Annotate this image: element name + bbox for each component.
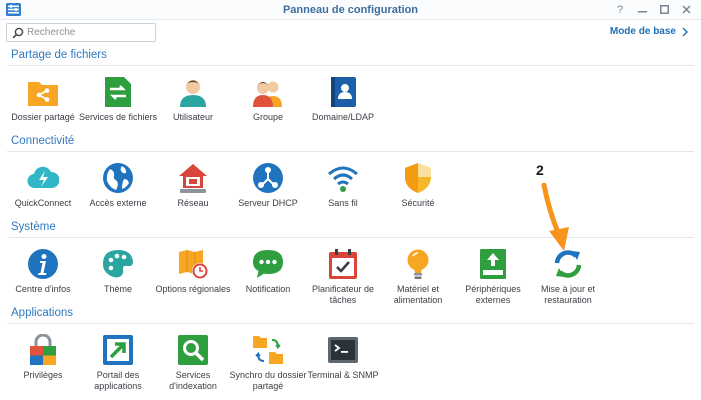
search-icon — [12, 27, 24, 39]
privileges-icon — [30, 334, 56, 365]
tile-security[interactable]: Sécurité — [378, 162, 458, 209]
tile-label: Serveur DHCP — [238, 198, 298, 208]
chevron-right-icon — [682, 27, 688, 36]
shared-folder-icon — [28, 82, 58, 106]
tile-label: Privilèges — [23, 370, 63, 380]
tile-group[interactable]: Groupe — [228, 76, 308, 123]
external-access-icon — [103, 163, 133, 193]
window-title: Panneau de configuration — [282, 4, 419, 16]
shared-folder-sync-icon — [253, 336, 283, 364]
section-divider — [7, 323, 694, 324]
hardware-power-icon — [407, 249, 429, 279]
tile-label: Dossier partagé — [11, 112, 75, 122]
section-title-applications: Applications — [11, 307, 74, 319]
tile-external-devices[interactable]: Périphériques externes — [453, 248, 533, 306]
tile-label: Options régionales — [155, 284, 231, 294]
tile-label: Planificateur de tâches — [311, 284, 375, 305]
tile-label: Mise à jour et restauration — [540, 284, 596, 305]
title-bar: Panneau de configuration ? — [0, 0, 701, 20]
tile-label: QuickConnect — [14, 198, 72, 208]
tile-privileges[interactable]: Privilèges — [3, 334, 83, 381]
domain-ldap-icon — [331, 77, 356, 107]
close-button[interactable] — [678, 2, 694, 18]
tile-task-scheduler[interactable]: Planificateur de tâches — [303, 248, 383, 306]
wireless-icon — [328, 166, 358, 192]
tile-shared-folder-sync[interactable]: Synchro du dossier partagé — [228, 334, 308, 392]
section-title-connectivity: Connectivité — [11, 135, 75, 147]
tile-label: Notification — [245, 284, 291, 294]
tile-file-services[interactable]: Services de fichiers — [78, 76, 158, 123]
user-icon — [180, 80, 206, 107]
file-services-icon — [105, 77, 131, 107]
indexing-service-icon — [178, 335, 208, 365]
tile-label: Sécurité — [401, 198, 435, 208]
application-portal-icon — [103, 335, 133, 365]
task-scheduler-icon — [329, 249, 357, 279]
tile-label: Domaine/LDAP — [311, 112, 375, 122]
section-divider — [7, 151, 694, 152]
basic-mode-button[interactable]: Mode de base — [610, 26, 688, 37]
tile-label: Thème — [103, 284, 132, 294]
section-divider — [7, 65, 694, 66]
tile-label: Terminal & SNMP — [307, 370, 379, 380]
tile-wireless[interactable]: Sans fil — [303, 162, 383, 209]
tile-hardware-power[interactable]: Matériel et alimentation — [378, 248, 458, 306]
minimize-button[interactable] — [634, 2, 650, 18]
tile-application-portal[interactable]: Portail des applications — [78, 334, 158, 392]
tile-user[interactable]: Utilisateur — [153, 76, 233, 123]
security-icon — [405, 163, 431, 193]
tile-quickconnect[interactable]: QuickConnect — [3, 162, 83, 209]
tile-label: Centre d'infos — [15, 284, 71, 294]
tile-label: Synchro du dossier partagé — [229, 370, 307, 391]
minimize-icon — [637, 11, 647, 13]
quickconnect-icon — [27, 166, 59, 189]
dhcp-server-icon — [253, 163, 283, 193]
search-input[interactable] — [27, 25, 151, 40]
section-title-file-sharing: Partage de fichiers — [11, 49, 107, 61]
tile-label: Utilisateur — [172, 112, 213, 122]
tile-label: Périphériques externes — [465, 284, 521, 305]
group-icon — [253, 81, 282, 107]
tile-domain-ldap[interactable]: Domaine/LDAP — [303, 76, 383, 123]
tile-shared-folder[interactable]: Dossier partagé — [3, 76, 83, 123]
theme-icon — [103, 250, 133, 278]
tile-notification[interactable]: Notification — [228, 248, 308, 295]
basic-mode-label: Mode de base — [609, 26, 676, 37]
info-center-icon — [28, 249, 58, 279]
tile-label: Services de fichiers — [78, 112, 158, 122]
tile-theme[interactable]: Thème — [78, 248, 158, 295]
tile-label: Sans fil — [328, 198, 358, 208]
tile-info-center[interactable]: Centre d'infos — [3, 248, 83, 295]
regional-options-icon — [179, 250, 208, 279]
tile-label: Accès externe — [89, 198, 147, 208]
tile-label: Matériel et alimentation — [393, 284, 443, 305]
section-title-system: Système — [11, 221, 56, 233]
maximize-icon — [659, 5, 669, 14]
tile-label: Réseau — [177, 198, 209, 208]
tile-network[interactable]: Réseau — [153, 162, 233, 209]
terminal-snmp-icon — [328, 337, 358, 363]
tile-update-restore[interactable]: Mise à jour et restauration — [528, 248, 608, 306]
close-icon — [681, 5, 691, 14]
tile-indexing-service[interactable]: Services d'indexation — [153, 334, 233, 392]
tile-label: Groupe — [252, 112, 284, 122]
annotation-step-number: 2 — [536, 162, 544, 178]
maximize-button[interactable] — [656, 2, 672, 18]
tile-external-access[interactable]: Accès externe — [78, 162, 158, 209]
annotation-arrow-icon — [541, 183, 569, 251]
help-button[interactable]: ? — [612, 2, 628, 18]
notification-icon — [253, 250, 283, 278]
tile-label: Portail des applications — [94, 370, 142, 391]
network-icon — [179, 164, 207, 193]
external-devices-icon — [480, 249, 506, 279]
tile-dhcp-server[interactable]: Serveur DHCP — [228, 162, 308, 209]
tile-label: Services d'indexation — [169, 370, 217, 391]
tile-regional-options[interactable]: Options régionales — [153, 248, 233, 295]
tile-terminal-snmp[interactable]: Terminal & SNMP — [303, 334, 383, 381]
search-box[interactable] — [6, 23, 156, 42]
section-divider — [7, 237, 694, 238]
